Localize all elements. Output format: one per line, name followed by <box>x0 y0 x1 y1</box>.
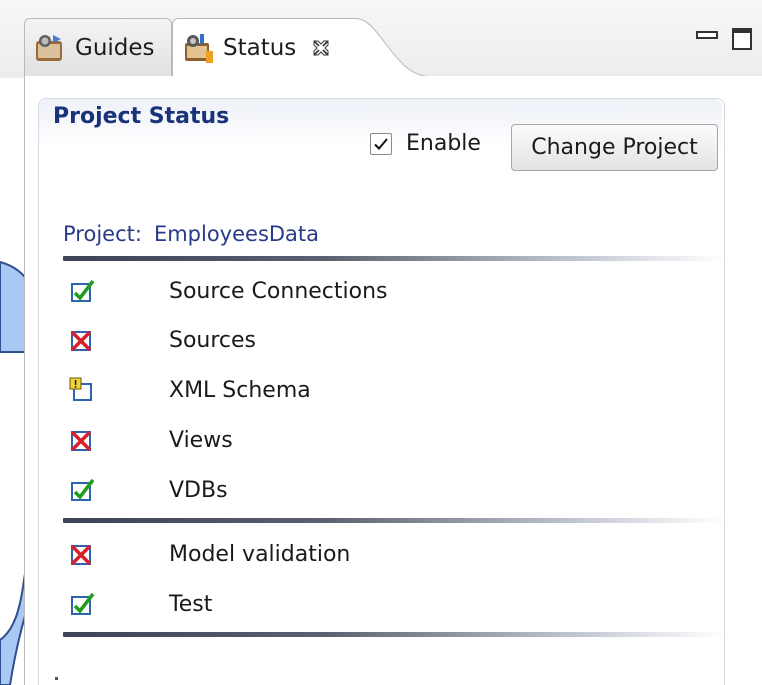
ok-check-icon <box>71 478 95 501</box>
item-label: Source Connections <box>169 278 388 304</box>
status-view: Guides Status Project Status Enable Chan… <box>0 0 762 685</box>
list-item-source-connections[interactable]: Source Connections <box>69 271 388 311</box>
warning-icon <box>69 377 92 401</box>
enable-checkbox[interactable] <box>370 132 392 155</box>
enable-label: Enable <box>406 131 481 156</box>
item-label: Views <box>169 427 233 453</box>
error-x-icon <box>70 330 92 352</box>
tab-guides[interactable]: Guides <box>24 18 172 76</box>
minimize-icon[interactable] <box>696 31 718 39</box>
project-row: Project: EmployeesData <box>63 222 319 246</box>
error-x-icon <box>70 430 92 452</box>
list-item-xml-schema[interactable]: XML Schema <box>69 370 311 410</box>
item-label: VDBs <box>169 477 228 503</box>
separator-bottom <box>63 632 723 637</box>
list-item-vdbs[interactable]: VDBs <box>69 470 228 510</box>
tab-guides-label: Guides <box>75 34 155 61</box>
separator-top <box>63 256 723 261</box>
view-controls <box>696 28 752 50</box>
tab-status-curve <box>350 18 430 78</box>
project-status-section <box>38 98 725 685</box>
guides-icon <box>36 34 62 61</box>
item-label: Sources <box>169 327 257 353</box>
error-x-icon <box>70 544 92 566</box>
ok-check-icon <box>71 592 95 615</box>
project-label: Project: <box>63 222 142 246</box>
item-label: Test <box>169 591 213 617</box>
artifact-dot <box>55 677 58 680</box>
enable-toggle[interactable]: Enable <box>370 131 481 156</box>
list-item-model-validation[interactable]: Model validation <box>69 534 350 574</box>
item-label: Model validation <box>169 541 351 567</box>
tab-status[interactable]: Status <box>172 18 357 76</box>
check-icon <box>374 137 388 150</box>
item-label: XML Schema <box>169 377 311 403</box>
section-title: Project Status <box>53 104 230 129</box>
tab-status-label: Status <box>223 34 297 61</box>
maximize-icon[interactable] <box>732 28 752 50</box>
tab-strip: Guides Status <box>0 0 762 78</box>
ok-check-icon <box>71 279 95 302</box>
list-item-views[interactable]: Views <box>69 420 233 460</box>
project-name: EmployeesData <box>153 222 320 246</box>
list-item-sources[interactable]: Sources <box>69 320 256 360</box>
list-item-test[interactable]: Test <box>69 584 212 624</box>
status-icon <box>185 33 213 63</box>
close-icon[interactable] <box>312 39 330 57</box>
change-project-button[interactable]: Change Project <box>511 124 718 171</box>
separator-middle <box>63 518 723 523</box>
